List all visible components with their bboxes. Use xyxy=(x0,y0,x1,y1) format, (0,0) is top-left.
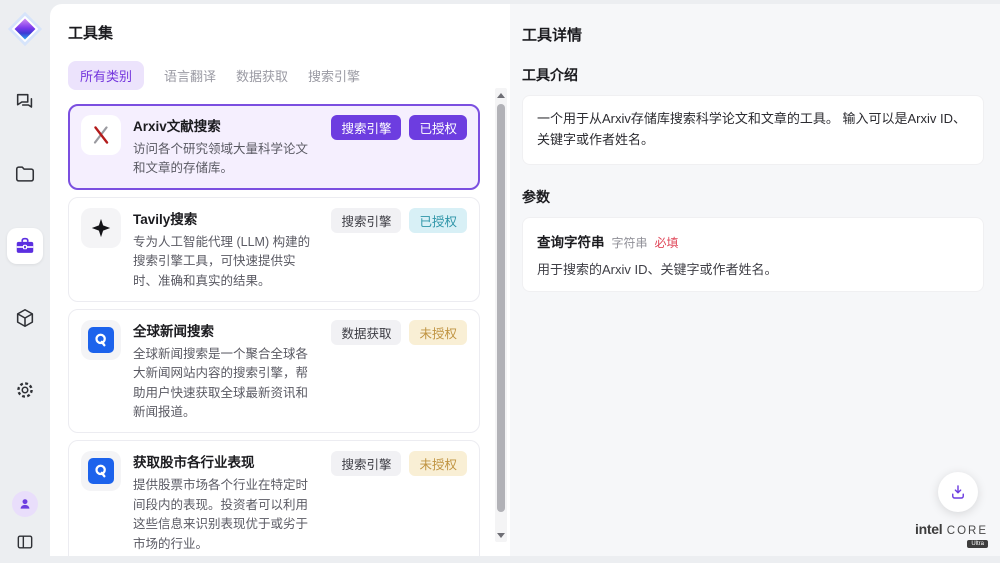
finance-app-icon xyxy=(88,327,114,353)
chat-icon xyxy=(14,91,36,113)
tool-description: 专为人工智能代理 (LLM) 构建的搜索引擎工具，可快速提供实时、准确和真实的结… xyxy=(133,233,319,291)
auth-status-badge: 未授权 xyxy=(409,320,467,345)
parameter-type: 字符串 xyxy=(612,234,648,251)
tab-label: 语言翻译 xyxy=(164,69,216,84)
category-tabs: 所有类别 语言翻译 数据获取 搜索引擎 xyxy=(68,61,510,90)
triangle-up-icon xyxy=(497,93,505,98)
sidebar-item-toolbox[interactable] xyxy=(7,228,43,264)
parameter-description: 用于搜索的Arxiv ID、关键字或作者姓名。 xyxy=(537,259,969,278)
details-title: 工具详情 xyxy=(522,24,984,45)
category-tag: 搜索引擎 xyxy=(331,451,401,476)
category-tab[interactable]: 所有类别 xyxy=(68,61,144,90)
parameter-name: 查询字符串 xyxy=(537,231,605,251)
tab-label: 数据获取 xyxy=(236,69,288,84)
page-title: 工具集 xyxy=(68,22,510,43)
scroll-up-button[interactable] xyxy=(495,88,507,102)
tool-description: 全球新闻搜索是一个聚合全球各大新闻网站内容的搜索引擎，帮助用户快速获取全球最新资… xyxy=(133,345,319,423)
triangle-down-icon xyxy=(497,533,505,538)
category-tag: 搜索引擎 xyxy=(331,115,401,140)
list-scrollbar[interactable] xyxy=(495,88,507,542)
user-avatar[interactable] xyxy=(12,491,38,517)
intro-card: 一个用于从Arxiv存储库搜索科学论文和文章的工具。 输入可以是Arxiv ID… xyxy=(522,95,984,165)
download-icon xyxy=(949,483,967,501)
download-button[interactable] xyxy=(938,472,978,512)
scrollbar-thumb[interactable] xyxy=(497,104,505,512)
tool-card[interactable]: Arxiv文献搜索 访问各个研究领域大量科学论文和文章的存储库。 搜索引擎 已授… xyxy=(68,104,480,190)
toolset-panel: 工具集 所有类别语言翻译数据获取搜索引擎 Arxiv文献搜索 访问各个研究领域大… xyxy=(50,4,510,556)
tool-name: Tavily搜索 xyxy=(133,208,319,228)
parameter-card: 查询字符串 字符串 必填 用于搜索的Arxiv ID、关键字或作者姓名。 xyxy=(522,217,984,292)
category-tab[interactable]: 语言翻译 xyxy=(164,61,216,90)
category-tag: 数据获取 xyxy=(331,320,401,345)
tool-name: 全球新闻搜索 xyxy=(133,320,319,340)
tool-name: Arxiv文献搜索 xyxy=(133,115,319,135)
tool-name: 获取股市各行业表现 xyxy=(133,451,319,471)
arxiv-logo-icon xyxy=(89,123,113,147)
auth-status-badge: 已授权 xyxy=(409,208,467,233)
tool-card[interactable]: 获取股市各行业表现 提供股票市场各个行业在特定时间段内的表现。投资者可以利用这些… xyxy=(68,440,480,556)
tab-label: 搜索引擎 xyxy=(308,69,360,84)
intro-text: 一个用于从Arxiv存储库搜索科学论文和文章的工具。 输入可以是Arxiv ID… xyxy=(537,109,969,151)
tool-details-panel: 工具详情 工具介绍 一个用于从Arxiv存储库搜索科学论文和文章的工具。 输入可… xyxy=(510,4,1000,556)
gear-icon xyxy=(14,379,36,401)
sidebar-item-plugins[interactable] xyxy=(7,300,43,336)
tool-card[interactable]: 全球新闻搜索 全球新闻搜索是一个聚合全球各大新闻网站内容的搜索引擎，帮助用户快速… xyxy=(68,309,480,434)
left-rail xyxy=(0,0,50,563)
sidebar-item-files[interactable] xyxy=(7,156,43,192)
category-tag: 搜索引擎 xyxy=(331,208,401,233)
tavily-logo-icon xyxy=(90,217,112,239)
tool-description: 提供股票市场各个行业在特定时间段内的表现。投资者可以利用这些信息来识别表现优于或… xyxy=(133,476,319,554)
tab-label: 所有类别 xyxy=(80,69,132,84)
params-heading: 参数 xyxy=(522,187,984,207)
core-brand-text: CORE xyxy=(947,525,988,537)
sidebar-item-settings[interactable] xyxy=(7,372,43,408)
intel-brand-text: intel xyxy=(915,521,942,537)
category-tab[interactable]: 搜索引擎 xyxy=(308,61,360,90)
required-badge: 必填 xyxy=(655,234,679,251)
auth-status-badge: 未授权 xyxy=(409,451,467,476)
panel-layout-icon xyxy=(15,532,35,552)
intel-core-logo: intel CORE Ultra xyxy=(915,522,988,548)
user-icon xyxy=(18,497,32,511)
tool-description: 访问各个研究领域大量科学论文和文章的存储库。 xyxy=(133,140,319,179)
collapse-sidebar-button[interactable] xyxy=(12,529,38,555)
ultra-badge: Ultra xyxy=(967,540,988,548)
auth-status-badge: 已授权 xyxy=(409,115,467,140)
toolbox-icon xyxy=(14,235,36,257)
tool-card[interactable]: Tavily搜索 专为人工智能代理 (LLM) 构建的搜索引擎工具，可快速提供实… xyxy=(68,197,480,302)
tool-list: Arxiv文献搜索 访问各个研究领域大量科学论文和文章的存储库。 搜索引擎 已授… xyxy=(68,104,480,556)
intro-heading: 工具介绍 xyxy=(522,65,984,85)
scroll-down-button[interactable] xyxy=(495,528,507,542)
folder-icon xyxy=(14,163,36,185)
app-logo xyxy=(6,10,44,48)
cube-icon xyxy=(14,307,36,329)
sidebar-item-chat[interactable] xyxy=(7,84,43,120)
main-content: 工具集 所有类别语言翻译数据获取搜索引擎 Arxiv文献搜索 访问各个研究领域大… xyxy=(50,4,1000,556)
category-tab[interactable]: 数据获取 xyxy=(236,61,288,90)
finance-app-icon xyxy=(88,458,114,484)
